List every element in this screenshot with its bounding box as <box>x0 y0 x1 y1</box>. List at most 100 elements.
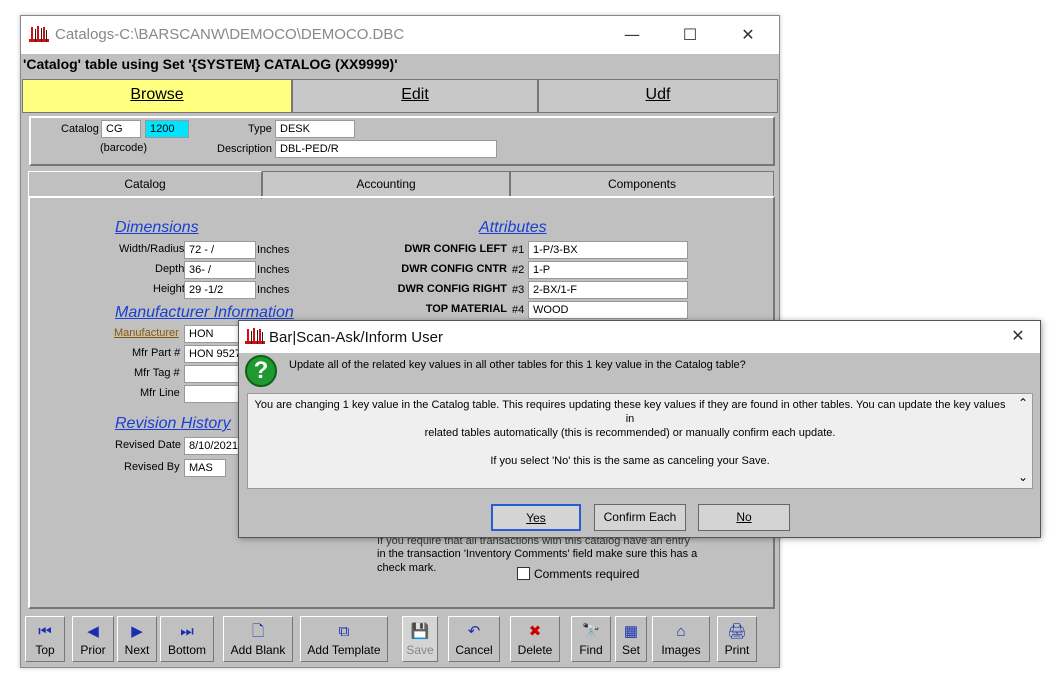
width-unit: Inches <box>257 244 290 256</box>
height-unit: Inches <box>257 284 290 296</box>
toolbar-label: Cancel <box>455 643 493 657</box>
save-button[interactable]: 💾 Save <box>402 616 438 662</box>
toolbar-label: Add Template <box>307 643 381 657</box>
catalog-prefix-field[interactable]: CG <box>101 120 141 138</box>
depth-field[interactable]: 36- / <box>184 261 256 279</box>
images-icon: ⌂ <box>676 623 686 640</box>
toolbar-label: Prior <box>80 643 106 657</box>
mfr-line-label: Mfr Line <box>140 387 180 399</box>
tab-accounting[interactable]: Accounting <box>262 171 510 197</box>
images-button[interactable]: ⌂ Images <box>652 616 710 662</box>
title-bar: Catalogs-C:\BARSCANW\DEMOCO\DEMOCO.DBC —… <box>21 16 779 54</box>
mfr-tag-label: Mfr Tag # <box>134 367 180 379</box>
attribute-num-3: #3 <box>512 284 525 296</box>
attribute-field-1[interactable]: 1-P/3-BX <box>528 241 688 259</box>
catalog-number-field[interactable]: 1200 <box>145 120 189 138</box>
dialog-message-line-3: If you select 'No' this is the same as c… <box>490 455 770 467</box>
scroll-up-icon[interactable]: ⌃ <box>1018 396 1028 410</box>
dialog-message-line-2: related tables automatically (this is re… <box>424 427 836 439</box>
type-field[interactable]: DESK <box>275 120 355 138</box>
tab-edit[interactable]: Edit <box>292 79 538 113</box>
toolbar-label: Bottom <box>167 643 206 657</box>
minimize-button[interactable]: — <box>609 22 655 48</box>
toolbar-label: Next <box>124 643 150 657</box>
attribute-num-4: #4 <box>512 304 525 316</box>
yes-button[interactable]: Yes <box>491 504 581 531</box>
confirm-each-button[interactable]: Confirm Each <box>594 504 686 531</box>
maximize-button[interactable]: ☐ <box>667 22 713 48</box>
top-button[interactable]: ⏮ Top <box>25 616 65 662</box>
prior-button[interactable]: ◀ Prior <box>72 616 114 662</box>
undo-icon: ↶ <box>467 623 481 640</box>
description-field[interactable]: DBL-PED/R <box>275 140 497 158</box>
height-field[interactable]: 29 -1/2 <box>184 281 256 299</box>
toolbar-label: Images <box>661 643 701 657</box>
bottom-button[interactable]: ⏭ Bottom <box>160 616 214 662</box>
revised-by-field[interactable]: MAS <box>184 459 226 477</box>
first-icon: ⏮ <box>38 623 52 640</box>
height-label: Height <box>153 283 185 295</box>
save-icon: 💾 <box>410 623 430 640</box>
no-button[interactable]: No <box>698 504 790 531</box>
next-icon: ▶ <box>131 623 143 640</box>
attribute-field-2[interactable]: 1-P <box>528 261 688 279</box>
width-field[interactable]: 72 - / <box>184 241 256 259</box>
print-button[interactable]: 🖨 Print <box>717 616 757 662</box>
tab-browse[interactable]: Browse <box>22 79 292 113</box>
barcode-label: (barcode) <box>100 142 148 154</box>
manufacturer-field[interactable]: HON <box>184 325 244 343</box>
attributes-heading: Attributes <box>479 219 547 236</box>
set-icon: ▦ <box>623 623 639 640</box>
depth-label: Depth <box>155 263 185 275</box>
next-button[interactable]: ▶ Next <box>117 616 157 662</box>
question-help-icon: ? <box>245 355 277 387</box>
find-button[interactable]: 🔭 Find <box>571 616 611 662</box>
tab-udf[interactable]: Udf <box>538 79 778 113</box>
dialog-question: Update all of the related key values in … <box>289 359 746 371</box>
toolbar-label: Set <box>621 643 640 657</box>
add-template-button[interactable]: ⧉ Add Template <box>300 616 388 662</box>
toolbar-label: Delete <box>517 643 553 657</box>
tab-catalog[interactable]: Catalog <box>28 171 262 199</box>
last-icon: ⏭ <box>180 623 194 640</box>
comments-required-checkbox[interactable] <box>517 567 530 580</box>
manufacturer-link[interactable]: Manufacturer <box>114 327 179 339</box>
revised-date-field[interactable]: 8/10/2021 <box>184 437 244 455</box>
scroll-down-icon[interactable]: ⌄ <box>1018 470 1028 484</box>
print-icon: 🖨 <box>727 623 747 640</box>
depth-unit: Inches <box>257 264 290 276</box>
add-blank-button[interactable]: 🗋 Add Blank <box>223 616 293 662</box>
attribute-label-2: DWR CONFIG CNTR <box>401 263 507 275</box>
dialog-title: Bar|Scan-Ask/Inform User <box>269 329 443 346</box>
toolbar-label: Find <box>579 643 603 657</box>
tab-components[interactable]: Components <box>510 171 774 197</box>
cancel-button[interactable]: ↶ Cancel <box>448 616 500 662</box>
toolbar-label: Top <box>35 643 55 657</box>
catalog-label: Catalog <box>61 123 99 135</box>
attribute-label-1: DWR CONFIG LEFT <box>404 243 507 255</box>
description-label: Description <box>217 143 273 155</box>
attribute-field-4[interactable]: WOOD <box>528 301 688 319</box>
delete-button[interactable]: ✖ Delete <box>510 616 560 662</box>
mfr-tag-field[interactable] <box>184 365 244 383</box>
close-button[interactable]: ✕ <box>725 22 771 48</box>
comments-note-line-2: in the transaction 'Inventory Comments' … <box>377 548 698 560</box>
mfr-line-field[interactable] <box>184 385 244 403</box>
toolbar-label: Save <box>406 643 434 657</box>
confirm-dialog: Bar|Scan-Ask/Inform User ✕ ? Update all … <box>238 320 1041 538</box>
set-button[interactable]: ▦ Set <box>615 616 647 662</box>
delete-icon: ✖ <box>528 623 542 640</box>
comments-required-label: Comments required <box>534 567 640 581</box>
window-title: Catalogs-C:\BARSCANW\DEMOCO\DEMOCO.DBC <box>55 26 405 43</box>
dialog-close-button[interactable]: ✕ <box>995 323 1041 349</box>
revised-date-label: Revised Date <box>115 439 182 451</box>
mfr-part-field[interactable]: HON 95271 <box>184 345 244 363</box>
prior-icon: ◀ <box>87 623 99 640</box>
attribute-num-2: #2 <box>512 264 525 276</box>
dialog-message-box[interactable]: You are changing 1 key value in the Cata… <box>247 393 1033 489</box>
template-icon: ⧉ <box>338 623 350 640</box>
dialog-message-line-1: You are changing 1 key value in the Cata… <box>254 399 1006 425</box>
attribute-field-3[interactable]: 2-BX/1-F <box>528 281 688 299</box>
attribute-label-3: DWR CONFIG RIGHT <box>397 283 507 295</box>
toolbar-label: Add Blank <box>230 643 286 657</box>
